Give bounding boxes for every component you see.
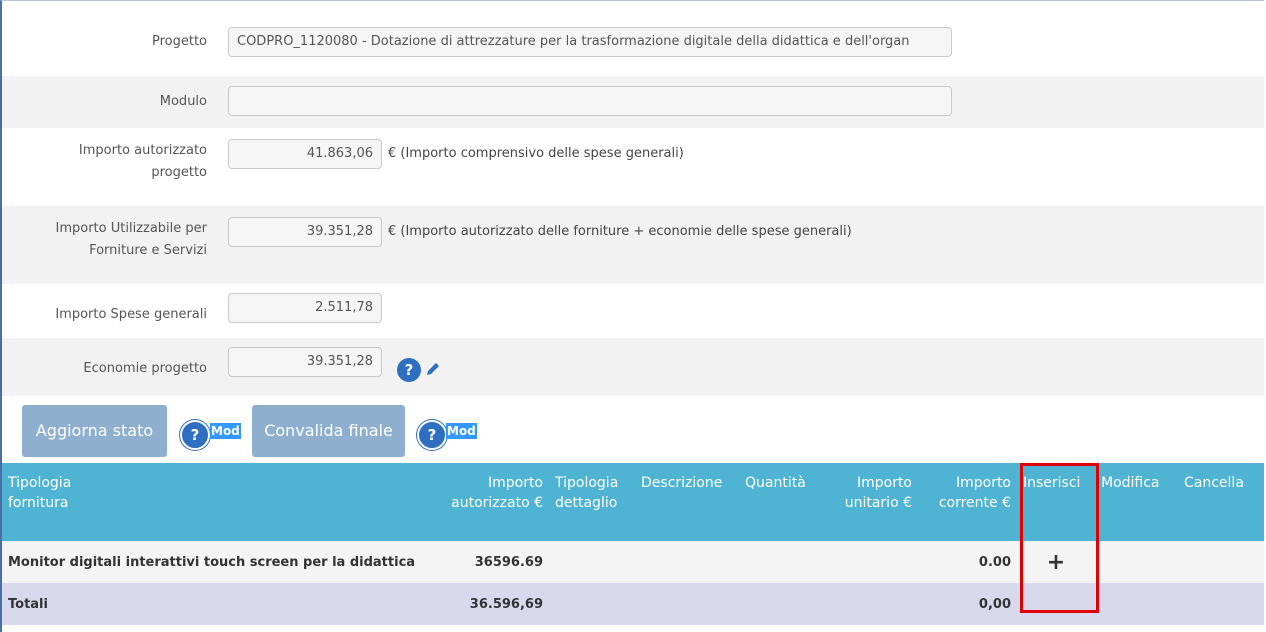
- cell-modifica: [1095, 541, 1178, 583]
- totals-importo-corrente: 0,00: [918, 583, 1017, 625]
- help-icon[interactable]: ?: [417, 420, 447, 450]
- totals-empty: [1017, 583, 1095, 625]
- header-quantita[interactable]: Quantità: [739, 463, 819, 541]
- actions-row: Aggiorna stato ? Mod Convalida finale ? …: [2, 396, 1264, 463]
- header-importo-unitario[interactable]: Importo unitario €: [819, 463, 918, 541]
- spese-generali-label: Importo Spese generali: [55, 307, 207, 322]
- progetto-row: Progetto CODPRO_1120080 - Dotazione di a…: [2, 14, 1264, 76]
- totals-empty: [739, 583, 819, 625]
- header-tipologia-fornitura[interactable]: Tipologia fornitura: [2, 463, 424, 541]
- progetto-label: Progetto: [151, 34, 207, 49]
- importo-autorizzato-label: Importo autorizzato progetto: [78, 143, 207, 180]
- header-cancella: Cancella: [1178, 463, 1264, 541]
- importo-autorizzato-field[interactable]: 41.863,06: [228, 139, 382, 169]
- totals-empty: [819, 583, 918, 625]
- cell-tipologia-dettaglio: [549, 541, 635, 583]
- totals-empty: [1178, 583, 1264, 625]
- importo-autorizzato-note: € (Importo comprensivo delle spese gener…: [388, 146, 684, 161]
- table-header: Tipologia fornitura Importo autorizzato …: [2, 463, 1264, 541]
- cell-quantita: [739, 541, 819, 583]
- help-icon[interactable]: ?: [397, 358, 421, 382]
- aggiorna-stato-button[interactable]: Aggiorna stato: [22, 405, 167, 457]
- mod-link[interactable]: Mod: [210, 423, 241, 439]
- progetto-field[interactable]: CODPRO_1120080 - Dotazione di attrezzatu…: [228, 27, 952, 57]
- header-descrizione[interactable]: Descrizione: [635, 463, 739, 541]
- cell-importo-autorizzato: 36596.69: [424, 541, 549, 583]
- economie-field[interactable]: 39.351,28: [228, 347, 382, 377]
- importo-autorizzato-row: Importo autorizzato progetto 41.863,06 €…: [2, 128, 1264, 206]
- modulo-row: Modulo: [2, 76, 1264, 128]
- cell-importo-unitario: [819, 541, 918, 583]
- table-row: Monitor digitali interattivi touch scree…: [2, 541, 1264, 583]
- totals-label: Totali: [2, 583, 424, 625]
- header-inserisci: Inserisci: [1017, 463, 1095, 541]
- cell-importo-corrente: 0.00: [918, 541, 1017, 583]
- totals-importo-autorizzato: 36.596,69: [424, 583, 549, 625]
- importo-utilizzabile-label: Importo Utilizzabile per Forniture e Ser…: [55, 221, 208, 258]
- mod-link[interactable]: Mod: [446, 423, 477, 439]
- importo-utilizzabile-row: Importo Utilizzabile per Forniture e Ser…: [2, 206, 1264, 284]
- add-icon[interactable]: +: [1047, 550, 1065, 575]
- pencil-icon[interactable]: [424, 360, 442, 378]
- convalida-finale-button[interactable]: Convalida finale: [252, 405, 405, 457]
- spese-generali-row: Importo Spese generali 2.511,78: [2, 284, 1264, 338]
- importo-utilizzabile-note: € (Importo autorizzato delle forniture +…: [388, 224, 852, 239]
- spese-generali-field[interactable]: 2.511,78: [228, 293, 382, 323]
- help-icon[interactable]: ?: [180, 420, 210, 450]
- totals-row: Totali 36.596,69 0,00: [2, 583, 1264, 625]
- totals-empty: [549, 583, 635, 625]
- modulo-label: Modulo: [159, 94, 207, 109]
- cell-descrizione: [635, 541, 739, 583]
- forniture-table: Tipologia fornitura Importo autorizzato …: [2, 463, 1264, 625]
- economie-row: Economie progetto 39.351,28 ?: [2, 338, 1264, 396]
- cell-inserisci: +: [1017, 541, 1095, 583]
- header-importo-autorizzato[interactable]: Importo autorizzato €: [424, 463, 549, 541]
- header-modifica: Modifica: [1095, 463, 1178, 541]
- header-tipologia-dettaglio[interactable]: Tipologia dettaglio: [549, 463, 635, 541]
- totals-empty: [635, 583, 739, 625]
- modulo-field[interactable]: [228, 86, 952, 116]
- cell-tipologia-fornitura: Monitor digitali interattivi touch scree…: [2, 541, 424, 583]
- cell-cancella: [1178, 541, 1264, 583]
- importo-utilizzabile-field[interactable]: 39.351,28: [228, 217, 382, 247]
- totals-empty: [1095, 583, 1178, 625]
- economie-label: Economie progetto: [83, 361, 207, 376]
- header-importo-corrente[interactable]: Importo corrente €: [918, 463, 1017, 541]
